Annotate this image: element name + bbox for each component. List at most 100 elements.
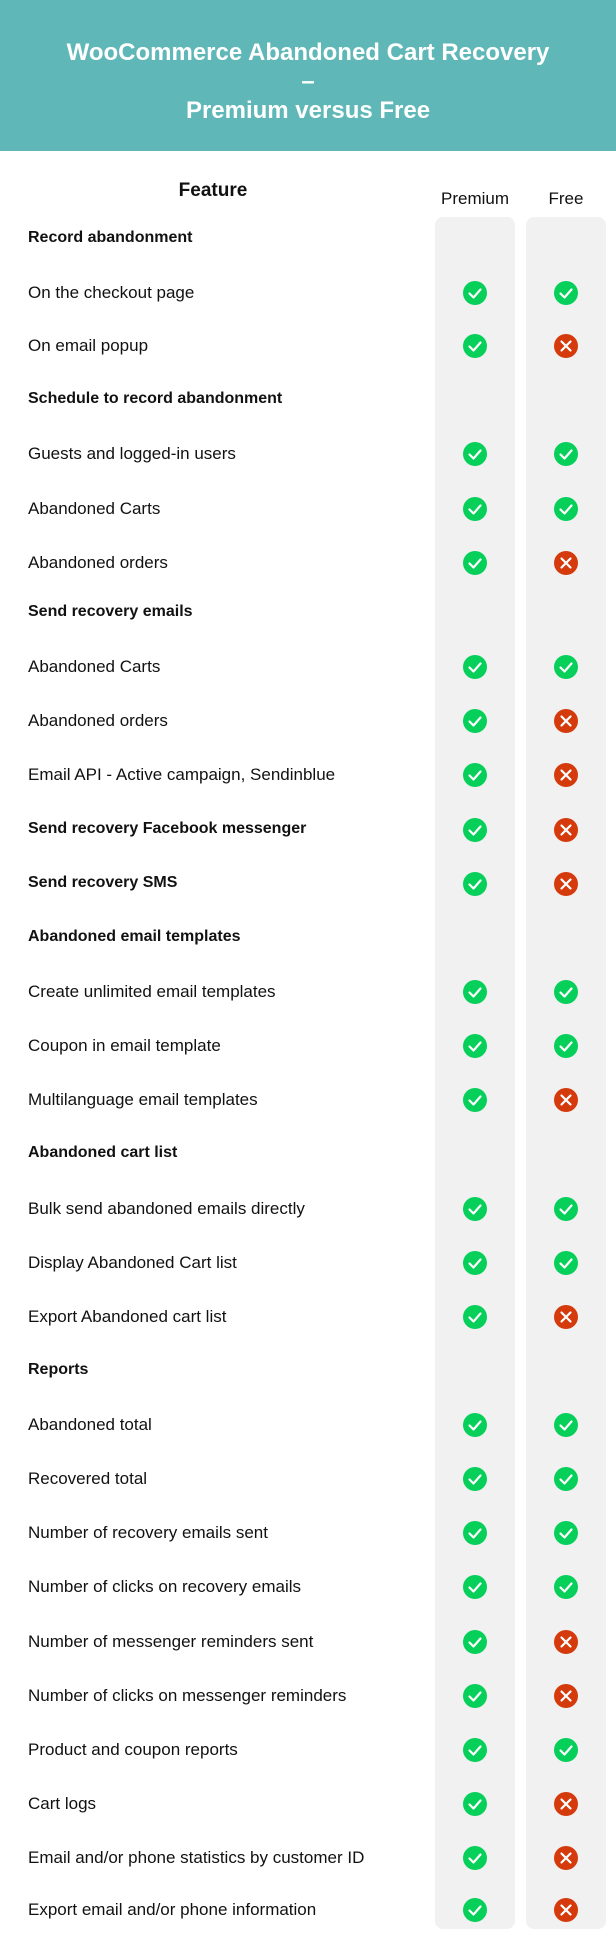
feature-row: On email popup [0, 331, 616, 361]
feature-row: Bulk send abandoned emails directly [0, 1194, 616, 1224]
section-row: Abandoned cart list [0, 1139, 616, 1169]
free-cross-icon [554, 1088, 578, 1112]
feature-label: Number of clicks on recovery emails [28, 1577, 302, 1596]
free-cross-icon [554, 763, 578, 787]
feature-row: Create unlimited email templates [0, 977, 616, 1007]
feature-label: Abandoned orders [28, 711, 168, 730]
premium-check-icon [463, 1738, 487, 1762]
section-label: Abandoned cart list [28, 1144, 178, 1161]
feature-row: Number of clicks on messenger reminders [0, 1681, 616, 1711]
feature-row: Number of recovery emails sent [0, 1518, 616, 1548]
premium-check-icon [463, 872, 487, 896]
free-cross-icon [554, 1305, 578, 1329]
free-check-icon [554, 1197, 578, 1221]
feature-row: Export email and/or phone information [0, 1895, 616, 1925]
free-check-icon [554, 1034, 578, 1058]
feature-label: Abandoned orders [28, 553, 168, 572]
feature-row: Abandoned total [0, 1410, 616, 1440]
premium-check-icon [463, 1197, 487, 1221]
free-check-icon [554, 1521, 578, 1545]
feature-label: Export Abandoned cart list [28, 1307, 227, 1326]
feature-row: Abandoned orders [0, 548, 616, 578]
feature-row: Recovered total [0, 1464, 616, 1494]
free-cross-icon [554, 1684, 578, 1708]
feature-row: Abandoned Carts [0, 652, 616, 682]
feature-row: Cart logs [0, 1789, 616, 1819]
title-separator: – [301, 68, 315, 95]
free-cross-icon [554, 334, 578, 358]
premium-check-icon [463, 1088, 487, 1112]
premium-column-background [435, 217, 515, 1929]
premium-check-icon [463, 709, 487, 733]
free-check-icon [554, 442, 578, 466]
section-label: Send recovery Facebook messenger [28, 820, 307, 837]
feature-label: Email and/or phone statistics by custome… [28, 1848, 365, 1867]
feature-label: On email popup [28, 336, 149, 355]
premium-check-icon [463, 281, 487, 305]
premium-check-icon [463, 1305, 487, 1329]
section-row: Schedule to record abandonment [0, 385, 616, 415]
free-check-icon [554, 655, 578, 679]
free-cross-icon [554, 551, 578, 575]
title-line-1: WooCommerce Abandoned Cart Recovery [66, 39, 550, 66]
feature-label: Create unlimited email templates [28, 982, 276, 1001]
free-check-icon [554, 1413, 578, 1437]
feature-row: Guests and logged-in users [0, 439, 616, 469]
premium-check-icon [463, 1846, 487, 1870]
feature-row: Product and coupon reports [0, 1735, 616, 1765]
feature-label: Coupon in email template [28, 1036, 221, 1055]
feature-row: Display Abandoned Cart list [0, 1248, 616, 1278]
feature-row: Export Abandoned cart list [0, 1302, 616, 1332]
feature-row: Number of messenger reminders sent [0, 1627, 616, 1657]
premium-check-icon [463, 1521, 487, 1545]
feature-row: Email and/or phone statistics by custome… [0, 1843, 616, 1873]
free-check-icon [554, 281, 578, 305]
feature-row: On the checkout page [0, 278, 616, 308]
premium-check-icon [463, 1467, 487, 1491]
feature-label: Email API - Active campaign, Sendinblue [28, 765, 336, 784]
feature-label: Number of recovery emails sent [28, 1523, 268, 1542]
section-row: Send recovery emails [0, 598, 616, 628]
feature-label: Abandoned Carts [28, 657, 161, 676]
feature-label: Recovered total [28, 1469, 148, 1488]
free-cross-icon [554, 1898, 578, 1922]
feature-label: Display Abandoned Cart list [28, 1253, 237, 1272]
premium-check-icon [463, 1630, 487, 1654]
section-label: Send recovery SMS [28, 874, 178, 891]
feature-column-header: Feature [178, 180, 248, 201]
free-cross-icon [554, 1846, 578, 1870]
feature-label: Number of messenger reminders sent [28, 1632, 314, 1651]
premium-check-icon [463, 818, 487, 842]
feature-label: Bulk send abandoned emails directly [28, 1199, 305, 1218]
section-label: Schedule to record abandonment [28, 390, 283, 407]
premium-check-icon [463, 1413, 487, 1437]
free-column-header: Free [548, 189, 584, 208]
free-cross-icon [554, 818, 578, 842]
feature-row: Abandoned Carts [0, 494, 616, 524]
premium-check-icon [463, 1575, 487, 1599]
section-label: Abandoned email templates [28, 928, 241, 945]
free-cross-icon [554, 872, 578, 896]
feature-label: Abandoned Carts [28, 499, 161, 518]
section-row: Record abandonment [0, 224, 616, 254]
section-row: Reports [0, 1356, 616, 1386]
free-check-icon [554, 1251, 578, 1275]
feature-row: Email API - Active campaign, Sendinblue [0, 760, 616, 790]
feature-label: Guests and logged-in users [28, 444, 236, 463]
premium-check-icon [463, 1034, 487, 1058]
free-column-background [526, 217, 606, 1929]
premium-check-icon [463, 763, 487, 787]
premium-check-icon [463, 1898, 487, 1922]
section-row: Send recovery SMS [0, 869, 616, 899]
premium-check-icon [463, 334, 487, 358]
section-row: Send recovery Facebook messenger [0, 815, 616, 845]
section-label: Reports [28, 1361, 89, 1378]
feature-row: Number of clicks on recovery emails [0, 1572, 616, 1602]
premium-check-icon [463, 551, 487, 575]
title-banner: WooCommerce Abandoned Cart Recovery – Pr… [0, 0, 616, 151]
feature-row: Multilanguage email templates [0, 1085, 616, 1115]
free-cross-icon [554, 709, 578, 733]
feature-label: Multilanguage email templates [28, 1090, 258, 1109]
feature-label: Number of clicks on messenger reminders [28, 1686, 347, 1705]
premium-check-icon [463, 980, 487, 1004]
